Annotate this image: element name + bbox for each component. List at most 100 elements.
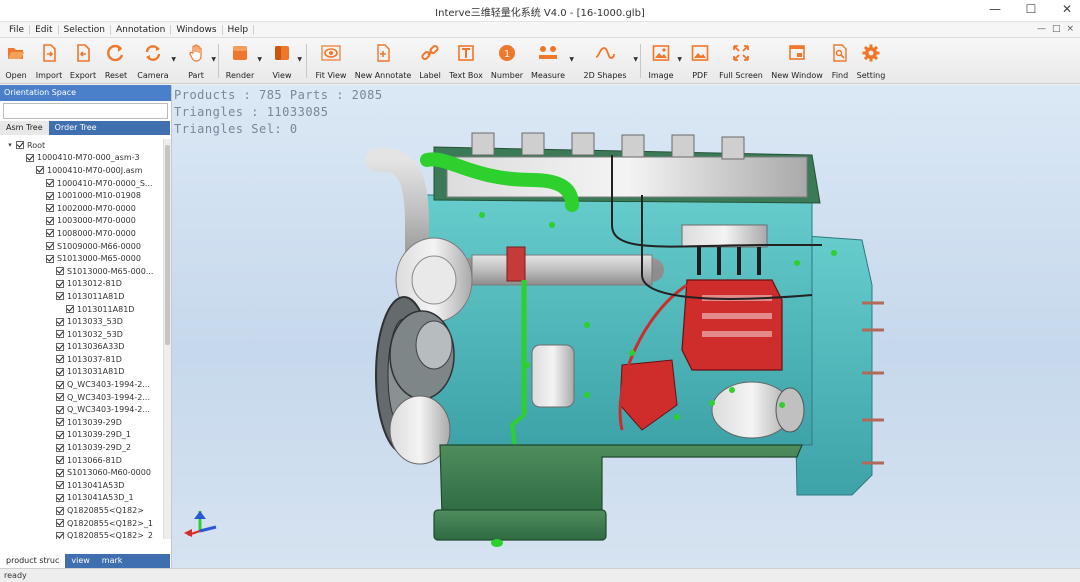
2d-shapes-dropdown-arrow[interactable]: ▼ — [633, 56, 638, 63]
tree-visibility-checkbox[interactable] — [56, 468, 64, 477]
camera-dropdown-arrow[interactable]: ▼ — [171, 56, 176, 63]
tab-view[interactable]: view — [65, 554, 95, 568]
tab-asm-tree[interactable]: Asm Tree — [0, 121, 49, 135]
tab-product-structure[interactable]: product struc — [0, 554, 66, 568]
fit-view-button[interactable]: Fit View — [314, 40, 348, 82]
tree-visibility-checkbox[interactable] — [56, 342, 64, 351]
tree-row[interactable]: S1013000-M65-0000 — [0, 252, 162, 265]
tree-visibility-checkbox[interactable] — [16, 141, 24, 150]
tree-row[interactable]: 1013041A53D_1 — [0, 492, 162, 505]
tab-order-tree[interactable]: Order Tree — [49, 121, 103, 135]
number-button[interactable]: 1 Number — [490, 40, 524, 82]
tree-visibility-checkbox[interactable] — [46, 191, 54, 200]
tree-visibility-checkbox[interactable] — [56, 519, 64, 528]
text-box-button[interactable]: Text Box — [448, 40, 484, 82]
full-screen-button[interactable]: Full Screen — [718, 40, 764, 82]
tree-scrollbar[interactable] — [163, 139, 171, 539]
tree-visibility-checkbox[interactable] — [56, 405, 64, 414]
menu-annotation[interactable]: Annotation — [111, 24, 172, 35]
tree-row[interactable]: 1000410-M70-000J.asm — [0, 164, 162, 177]
menu-windows[interactable]: Windows — [171, 24, 223, 35]
measure-button[interactable]: Measure ▼ — [530, 40, 574, 82]
view-button[interactable]: View ▼ — [268, 40, 302, 82]
export-button[interactable]: Export — [68, 40, 98, 82]
render-dropdown-arrow[interactable]: ▼ — [257, 56, 262, 63]
tree-visibility-checkbox[interactable] — [56, 279, 64, 288]
tree-visibility-checkbox[interactable] — [46, 229, 54, 238]
tree-row[interactable]: 1000410-M70-0000_S... — [0, 177, 162, 190]
3d-viewport[interactable]: Products : 785 Parts : 2085 Triangles : … — [172, 85, 1080, 568]
tree-row[interactable]: 1013012-81D — [0, 278, 162, 291]
tree-visibility-checkbox[interactable] — [56, 506, 64, 515]
reset-button[interactable]: Reset — [102, 40, 130, 82]
tree-row[interactable]: ▾ Root — [0, 139, 162, 152]
tree-row[interactable]: S1013000-M65-000... — [0, 265, 162, 278]
new-annotate-button[interactable]: New Annotate — [355, 40, 411, 82]
tree-row[interactable]: Q_WC3403-1994-2... — [0, 403, 162, 416]
tree-row[interactable]: 1013011A81D — [0, 303, 162, 316]
mdi-restore-button[interactable]: □ — [1052, 24, 1061, 34]
measure-dropdown-arrow[interactable]: ▼ — [569, 56, 574, 63]
tree-row[interactable]: 1013066-81D — [0, 454, 162, 467]
mdi-close-button[interactable]: × — [1066, 24, 1074, 34]
camera-button[interactable]: Camera ▼ — [136, 40, 176, 82]
tree-row[interactable]: 1008000-M70-0000 — [0, 227, 162, 240]
tree-visibility-checkbox[interactable] — [46, 242, 54, 251]
import-button[interactable]: Import — [34, 40, 64, 82]
tree-row[interactable]: Q_WC3403-1994-2... — [0, 378, 162, 391]
menu-selection[interactable]: Selection — [59, 24, 111, 35]
tree-row[interactable]: Q1820855<Q182>_1 — [0, 517, 162, 530]
tree-visibility-checkbox[interactable] — [46, 204, 54, 213]
tree-row[interactable]: 1013011A81D — [0, 290, 162, 303]
tree-visibility-checkbox[interactable] — [46, 254, 54, 263]
tree-row[interactable]: 1013039-29D_2 — [0, 441, 162, 454]
setting-button[interactable]: Setting — [856, 40, 886, 82]
scrollbar-thumb[interactable] — [165, 145, 170, 345]
tree-row[interactable]: 1000410-M70-000_asm-3 — [0, 152, 162, 165]
tree-visibility-checkbox[interactable] — [56, 493, 64, 502]
engine-model[interactable] — [172, 85, 1080, 568]
tree-visibility-checkbox[interactable] — [56, 430, 64, 439]
find-button[interactable]: Find — [828, 40, 852, 82]
minimize-button[interactable]: — — [988, 2, 1002, 16]
maximize-button[interactable]: ☐ — [1024, 2, 1038, 16]
tree-row[interactable]: 1013037-81D — [0, 353, 162, 366]
label-button[interactable]: Label — [416, 40, 444, 82]
menu-edit[interactable]: Edit — [30, 24, 59, 35]
tree-visibility-checkbox[interactable] — [56, 380, 64, 389]
tree-visibility-checkbox[interactable] — [56, 456, 64, 465]
image-dropdown-arrow[interactable]: ▼ — [677, 56, 682, 63]
menu-help[interactable]: Help — [223, 24, 255, 35]
tree-row[interactable]: 1003000-M70-0000 — [0, 215, 162, 228]
part-button[interactable]: Part ▼ — [182, 40, 216, 82]
tree-expander-icon[interactable]: ▾ — [6, 141, 14, 149]
tree-visibility-checkbox[interactable] — [56, 317, 64, 326]
tree-visibility-checkbox[interactable] — [46, 216, 54, 225]
pdf-button[interactable]: PDF — [688, 40, 712, 82]
tree-row[interactable]: S1009000-M66-0000 — [0, 240, 162, 253]
tree-visibility-checkbox[interactable] — [56, 393, 64, 402]
tree-visibility-checkbox[interactable] — [66, 305, 74, 314]
tree-row[interactable]: 1013041A53D — [0, 479, 162, 492]
menu-file[interactable]: File — [4, 24, 31, 35]
render-button[interactable]: Render ▼ — [224, 40, 262, 82]
open-button[interactable]: Open — [2, 40, 30, 82]
close-button[interactable]: ✕ — [1060, 2, 1074, 16]
tree-visibility-checkbox[interactable] — [46, 179, 54, 188]
tree-row[interactable]: 1013032_53D — [0, 328, 162, 341]
view-dropdown-arrow[interactable]: ▼ — [297, 56, 302, 63]
tree-row[interactable]: Q_WC3403-1994-2... — [0, 391, 162, 404]
search-input[interactable] — [3, 103, 168, 119]
tree-row[interactable]: S1013060-M60-0000 — [0, 466, 162, 479]
tree-row[interactable]: 1013036A33D — [0, 341, 162, 354]
tree-visibility-checkbox[interactable] — [36, 166, 44, 175]
tree-visibility-checkbox[interactable] — [56, 292, 64, 301]
image-button[interactable]: Image ▼ — [646, 40, 682, 82]
tree-visibility-checkbox[interactable] — [26, 153, 34, 162]
tree-row[interactable]: Q1820855<Q182>_2 — [0, 529, 162, 539]
tree-row[interactable]: 1013031A81D — [0, 366, 162, 379]
tree-row[interactable]: 1002000-M70-0000 — [0, 202, 162, 215]
tree-visibility-checkbox[interactable] — [56, 355, 64, 364]
tree-visibility-checkbox[interactable] — [56, 418, 64, 427]
tree-row[interactable]: 1013039-29D — [0, 416, 162, 429]
